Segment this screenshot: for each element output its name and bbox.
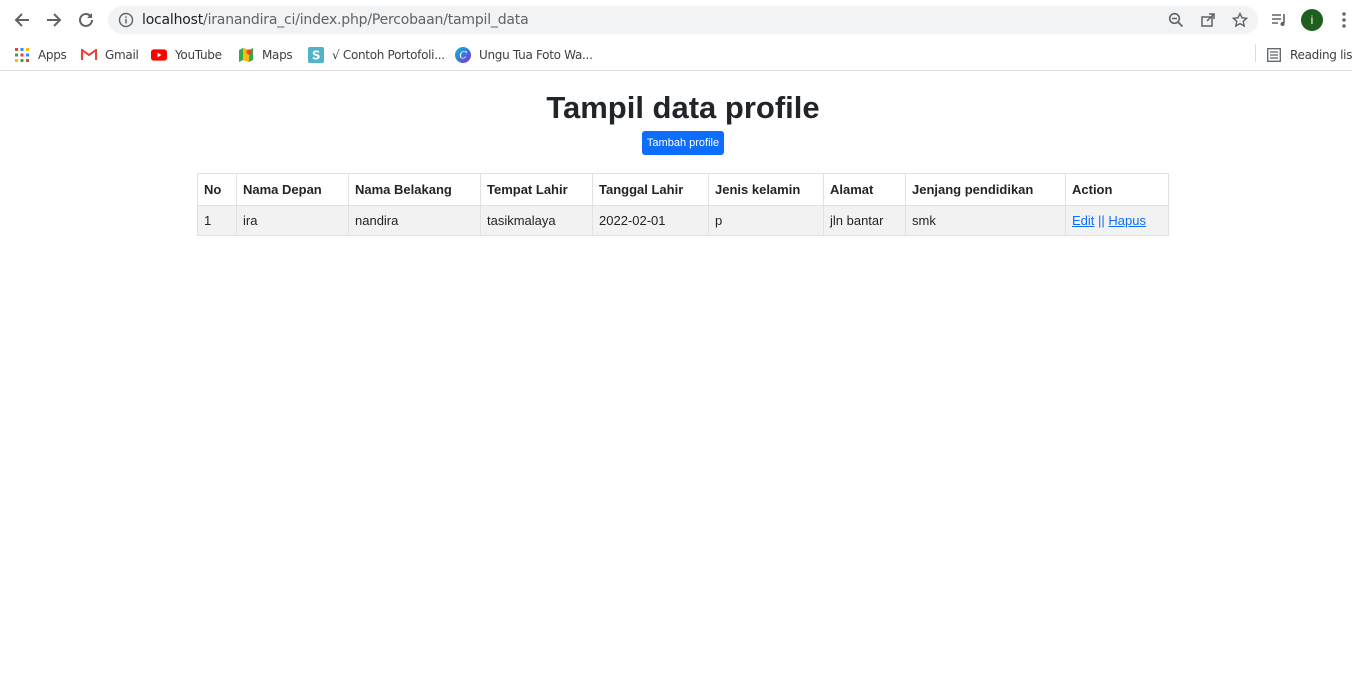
cell-jenis-kelamin: p [708, 205, 824, 236]
url-text[interactable]: localhost/iranandira_ci/index.php/Percob… [142, 12, 529, 28]
hapus-link[interactable]: Hapus [1108, 213, 1146, 228]
avatar-letter: i [1310, 13, 1314, 27]
cell-tempat-lahir: tasikmalaya [480, 205, 593, 236]
bookmark-label: Apps [38, 48, 67, 62]
url-path: /iranandira_ci/index.php/Percobaan/tampi… [203, 12, 529, 28]
bookmark-label: √ Contoh Portofoli... [332, 48, 445, 62]
col-header-jenjang-pendidikan: Jenjang pendidikan [905, 173, 1066, 206]
gmail-icon [81, 47, 97, 63]
apps-grid-icon [14, 47, 30, 63]
kebab-menu-icon [1342, 12, 1346, 28]
reload-icon [79, 12, 93, 27]
bookmark-label: Ungu Tua Foto Wa... [479, 48, 593, 62]
bookmark-label: YouTube [175, 48, 222, 62]
bookmark-maps[interactable]: Maps [238, 44, 293, 66]
tambah-profile-button[interactable]: Tambah profile [642, 131, 724, 155]
col-header-nama-depan: Nama Depan [236, 173, 349, 206]
media-queue-button[interactable] [1267, 8, 1291, 32]
cell-alamat: jln bantar [823, 205, 906, 236]
zoom-button[interactable] [1166, 10, 1186, 30]
bookmark-label: Maps [262, 48, 293, 62]
col-header-no: No [197, 173, 237, 206]
reload-button[interactable] [74, 8, 98, 32]
cell-no: 1 [197, 205, 237, 236]
bookmark-gmail[interactable]: Gmail [81, 44, 139, 66]
share-button[interactable] [1198, 10, 1218, 30]
table-header-row: No Nama Depan Nama Belakang Tempat Lahir… [197, 173, 1169, 206]
bookmark-label: Gmail [105, 48, 139, 62]
cell-nama-belakang: nandira [348, 205, 481, 236]
back-button[interactable] [10, 8, 34, 32]
forward-button[interactable] [42, 8, 66, 32]
bookmark-ungu-tua[interactable]: C Ungu Tua Foto Wa... [455, 44, 593, 66]
bookmarks-bar: Apps Gmail YouTube Maps S √ Contoh Porto… [0, 40, 1352, 71]
maps-icon [238, 47, 254, 63]
menu-button[interactable] [1332, 8, 1352, 32]
forward-arrow-icon [47, 13, 62, 27]
reading-list-icon [1266, 47, 1282, 63]
url-host: localhost [142, 12, 204, 28]
col-header-tempat-lahir: Tempat Lahir [480, 173, 593, 206]
queue-music-icon [1272, 14, 1285, 26]
col-header-jenis-kelamin: Jenis kelamin [708, 173, 824, 206]
bookmark-youtube[interactable]: YouTube [151, 44, 222, 66]
cell-nama-depan: ira [236, 205, 349, 236]
reading-list[interactable]: Reading list [1266, 44, 1352, 66]
bookmarks-divider [1255, 44, 1256, 62]
col-header-action: Action [1065, 173, 1169, 206]
star-icon [1232, 12, 1248, 28]
bookmark-contoh-portofolio[interactable]: S √ Contoh Portofoli... [308, 44, 445, 66]
bookmark-apps[interactable]: Apps [14, 44, 67, 66]
svg-text:S: S [312, 49, 320, 63]
svg-text:C: C [459, 51, 467, 62]
youtube-icon [151, 47, 167, 63]
profile-avatar[interactable]: i [1301, 9, 1323, 31]
col-header-alamat: Alamat [823, 173, 906, 206]
zoom-icon [1168, 12, 1184, 28]
page-title: Tampil data profile [546, 90, 820, 125]
cell-action: Edit || Hapus [1065, 205, 1169, 236]
action-separator: || [1098, 213, 1105, 228]
info-icon[interactable] [118, 12, 134, 28]
browser-toolbar: localhost/iranandira_ci/index.php/Percob… [0, 0, 1352, 40]
profile-table: No Nama Depan Nama Belakang Tempat Lahir… [197, 173, 1169, 236]
col-header-tanggal-lahir: Tanggal Lahir [592, 173, 709, 206]
reading-list-label: Reading list [1290, 48, 1352, 62]
back-arrow-icon [14, 13, 29, 27]
bookmark-star-button[interactable] [1230, 10, 1250, 30]
edit-link[interactable]: Edit [1072, 213, 1094, 228]
cell-jenjang: smk [905, 205, 1066, 236]
s-badge-icon: S [308, 47, 324, 63]
table-row: 1 ira nandira tasikmalaya 2022-02-01 p j… [197, 205, 1169, 236]
share-icon [1201, 13, 1215, 27]
canva-icon: C [455, 47, 471, 63]
cell-tanggal-lahir: 2022-02-01 [592, 205, 709, 236]
address-bar[interactable]: localhost/iranandira_ci/index.php/Percob… [108, 6, 1258, 34]
col-header-nama-belakang: Nama Belakang [348, 173, 481, 206]
